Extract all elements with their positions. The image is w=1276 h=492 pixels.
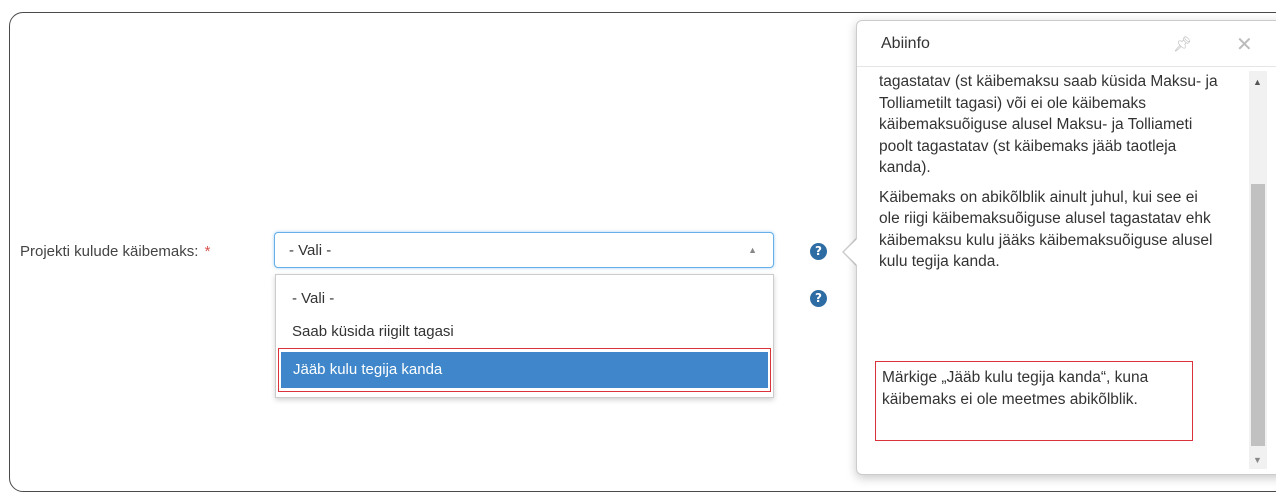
option-jaab-kulu[interactable]: Jääb kulu tegija kanda [281, 352, 768, 388]
scrollbar-thumb[interactable] [1251, 184, 1265, 446]
question-circle-icon[interactable]: ? [810, 290, 827, 307]
help-glyph: ? [815, 244, 822, 258]
popover-arrow-fill [844, 239, 857, 265]
help-glyph: ? [815, 291, 822, 305]
popover-title: Abiinfo [881, 35, 930, 52]
popover-header: Abiinfo 📌︎ ✕ [857, 21, 1276, 67]
vat-select[interactable]: - Vali - ▲ [274, 232, 774, 268]
pin-icon[interactable]: 📌︎ [1173, 35, 1192, 53]
scroll-up-icon[interactable]: ▲ [1253, 77, 1262, 87]
close-icon[interactable]: ✕ [1236, 32, 1253, 57]
vat-field-label: Projekti kulude käibemaks: * [20, 243, 210, 260]
question-circle-icon[interactable]: ? [810, 243, 827, 260]
option-vali[interactable]: - Vali - [276, 284, 773, 314]
vat-select-dropdown: - Vali - Saab küsida riigilt tagasi Jääb… [275, 274, 774, 398]
popover-scrollbar[interactable]: ▲ ▼ [1249, 71, 1267, 469]
caret-up-icon: ▲ [748, 245, 757, 255]
scroll-down-icon[interactable]: ▼ [1253, 455, 1262, 465]
vat-label-text: Projekti kulude käibemaks: [20, 243, 199, 260]
help-paragraph: tagastatav (st käibemaksu saab küsida Ma… [879, 73, 1218, 176]
help-popover: Abiinfo 📌︎ ✕ tagastatav (st käibemaksu s… [856, 20, 1276, 475]
option-saab-kusida[interactable]: Saab küsida riigilt tagasi [276, 317, 773, 347]
help-note: Märkige „Jääb kulu tegija kanda“, kuna k… [875, 361, 1193, 441]
help-paragraph: Käibemaks on abikõlblik ainult juhul, ku… [879, 188, 1213, 271]
popover-body: tagastatav (st käibemaksu saab küsida Ma… [879, 71, 1219, 281]
required-marker: * [204, 243, 211, 260]
vat-select-value: - Vali - [289, 242, 332, 259]
